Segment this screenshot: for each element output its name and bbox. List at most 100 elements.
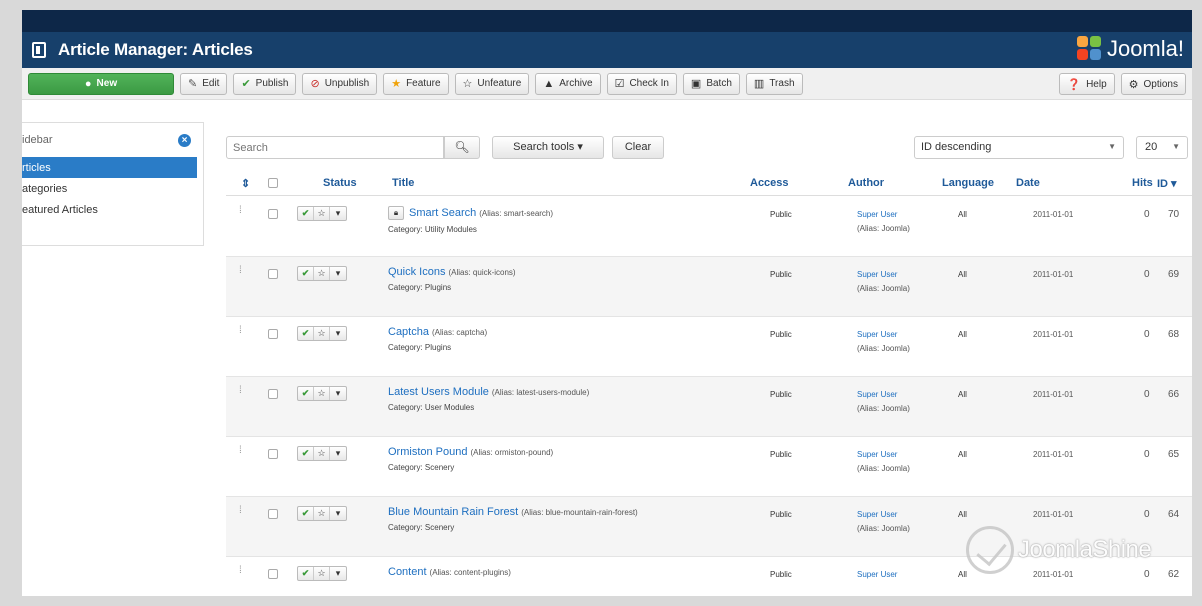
row-checkbox[interactable] <box>268 329 278 339</box>
published-check-icon[interactable]: ✔ <box>298 507 314 520</box>
drag-handle-icon[interactable]: ⁞ <box>239 565 242 576</box>
status-controls: ✔ ☆ ▾ <box>297 326 347 341</box>
drag-handle-icon[interactable]: ⁞ <box>239 205 242 216</box>
search-button[interactable]: 🔍︎ <box>444 136 480 159</box>
article-title-link[interactable]: Blue Mountain Rain Forest <box>388 506 518 518</box>
author-link[interactable]: Super User <box>857 270 910 279</box>
actions-caret-icon[interactable]: ▾ <box>330 567 346 580</box>
article-title-link[interactable]: Ormiston Pound <box>388 446 467 458</box>
batch-button[interactable]: ▣ Batch <box>682 72 740 95</box>
row-checkbox[interactable] <box>268 389 278 399</box>
ordering-header[interactable]: ⇕ <box>241 177 250 190</box>
language: All <box>958 210 967 219</box>
sidebar-item-featured[interactable]: eatured Articles <box>22 199 203 220</box>
clear-button[interactable]: Clear <box>612 136 664 159</box>
table-header: ⇕ Status Title Access Author Language Da… <box>226 170 1192 196</box>
featured-star-icon[interactable]: ☆ <box>314 447 330 460</box>
search-tools-button[interactable]: Search tools ▾ <box>492 136 604 159</box>
checkin-button[interactable]: ☑ Check In <box>606 72 677 95</box>
column-title[interactable]: Title <box>392 177 414 189</box>
drag-handle-icon[interactable]: ⁞ <box>239 385 242 396</box>
help-button[interactable]: ❓ Help <box>1059 73 1115 95</box>
status-controls: ✔ ☆ ▾ <box>297 266 347 281</box>
feature-button[interactable]: ★ Feature <box>383 72 449 95</box>
sidebar-item-categories[interactable]: ategories <box>22 178 203 199</box>
article-title-link[interactable]: Captcha <box>388 326 429 338</box>
edit-icon: ✎ <box>188 78 198 90</box>
trash-button[interactable]: ▥ Trash <box>745 72 803 95</box>
featured-star-icon[interactable]: ☆ <box>314 267 330 280</box>
drag-handle-icon[interactable]: ⁞ <box>239 325 242 336</box>
actions-caret-icon[interactable]: ▾ <box>330 507 346 520</box>
actions-caret-icon[interactable]: ▾ <box>330 387 346 400</box>
article-title-link[interactable]: Quick Icons <box>388 266 445 278</box>
author-link[interactable]: Super User <box>857 450 910 459</box>
hits: 0 <box>1144 329 1150 340</box>
new-button[interactable]: ● New <box>28 72 174 95</box>
date: 2011-01-01 <box>1033 390 1074 399</box>
author-link[interactable]: Super User <box>857 510 910 519</box>
featured-star-icon[interactable]: ☆ <box>314 567 330 580</box>
drag-handle-icon[interactable]: ⁞ <box>239 445 242 456</box>
article-title-link[interactable]: Content <box>388 566 427 578</box>
drag-handle-icon[interactable]: ⁞ <box>239 265 242 276</box>
published-check-icon[interactable]: ✔ <box>298 387 314 400</box>
watermark-logo-icon <box>966 526 1014 574</box>
article-title-link[interactable]: Smart Search <box>409 207 476 219</box>
sidebar-item-articles[interactable]: rticles <box>22 157 197 178</box>
row-checkbox[interactable] <box>268 569 278 579</box>
published-check-icon[interactable]: ✔ <box>298 207 314 220</box>
column-date[interactable]: Date <box>1016 177 1040 189</box>
author-link[interactable]: Super User <box>857 210 910 219</box>
search-input[interactable] <box>226 136 444 159</box>
archive-button[interactable]: ▲ Archive <box>535 72 601 95</box>
unfeature-button[interactable]: ☆ Unfeature <box>454 72 530 95</box>
actions-caret-icon[interactable]: ▾ <box>330 327 346 340</box>
row-checkbox[interactable] <box>268 509 278 519</box>
sidebar-item-label: ategories <box>22 182 68 195</box>
author-link[interactable]: Super User <box>857 390 910 399</box>
row-checkbox[interactable] <box>268 209 278 219</box>
row-checkbox[interactable] <box>268 269 278 279</box>
column-status[interactable]: Status <box>323 177 357 189</box>
column-language[interactable]: Language <box>942 177 994 189</box>
joomla-logo-icon <box>1076 36 1103 62</box>
published-check-icon[interactable]: ✔ <box>298 267 314 280</box>
author-link[interactable]: Super User <box>857 570 897 579</box>
row-checkbox[interactable] <box>268 449 278 459</box>
featured-star-icon[interactable]: ☆ <box>314 327 330 340</box>
featured-star-icon[interactable]: ☆ <box>314 207 330 220</box>
author-link[interactable]: Super User <box>857 330 910 339</box>
hits: 0 <box>1144 269 1150 280</box>
column-id[interactable]: ID ▾ <box>1157 177 1177 190</box>
title-line: Captcha (Alias: captcha) <box>388 326 748 338</box>
column-author[interactable]: Author <box>848 177 884 189</box>
column-access[interactable]: Access <box>750 177 789 189</box>
sort-select[interactable]: ID descending ▼ <box>914 136 1124 159</box>
publish-button[interactable]: ✔ Publish <box>233 72 297 95</box>
joomla-logo[interactable]: Joomla! <box>1076 36 1184 62</box>
featured-star-icon[interactable]: ☆ <box>314 387 330 400</box>
published-check-icon[interactable]: ✔ <box>298 567 314 580</box>
help-label: Help <box>1086 78 1107 90</box>
edit-button[interactable]: ✎ Edit <box>180 72 228 95</box>
options-button[interactable]: ⚙ Options <box>1120 73 1186 95</box>
author-cell: Super User <box>857 570 897 579</box>
author-cell: Super User (Alias: Joomla) <box>857 390 910 413</box>
close-icon[interactable]: × <box>178 133 191 147</box>
actions-caret-icon[interactable]: ▾ <box>330 447 346 460</box>
lock-icon[interactable]: 🔒︎ <box>388 206 404 220</box>
watermark: JoomlaShine <box>966 526 1152 574</box>
article-title-link[interactable]: Latest Users Module <box>388 386 489 398</box>
select-all-checkbox[interactable] <box>268 178 278 188</box>
drag-handle-icon[interactable]: ⁞ <box>239 505 242 516</box>
trash-label: Trash <box>769 78 795 89</box>
unpublish-button[interactable]: ⊘ Unpublish <box>302 72 378 95</box>
published-check-icon[interactable]: ✔ <box>298 327 314 340</box>
featured-star-icon[interactable]: ☆ <box>314 507 330 520</box>
column-hits[interactable]: Hits <box>1132 177 1153 189</box>
published-check-icon[interactable]: ✔ <box>298 447 314 460</box>
limit-select[interactable]: 20 ▼ <box>1136 136 1188 159</box>
actions-caret-icon[interactable]: ▾ <box>330 267 346 280</box>
actions-caret-icon[interactable]: ▾ <box>330 207 346 220</box>
